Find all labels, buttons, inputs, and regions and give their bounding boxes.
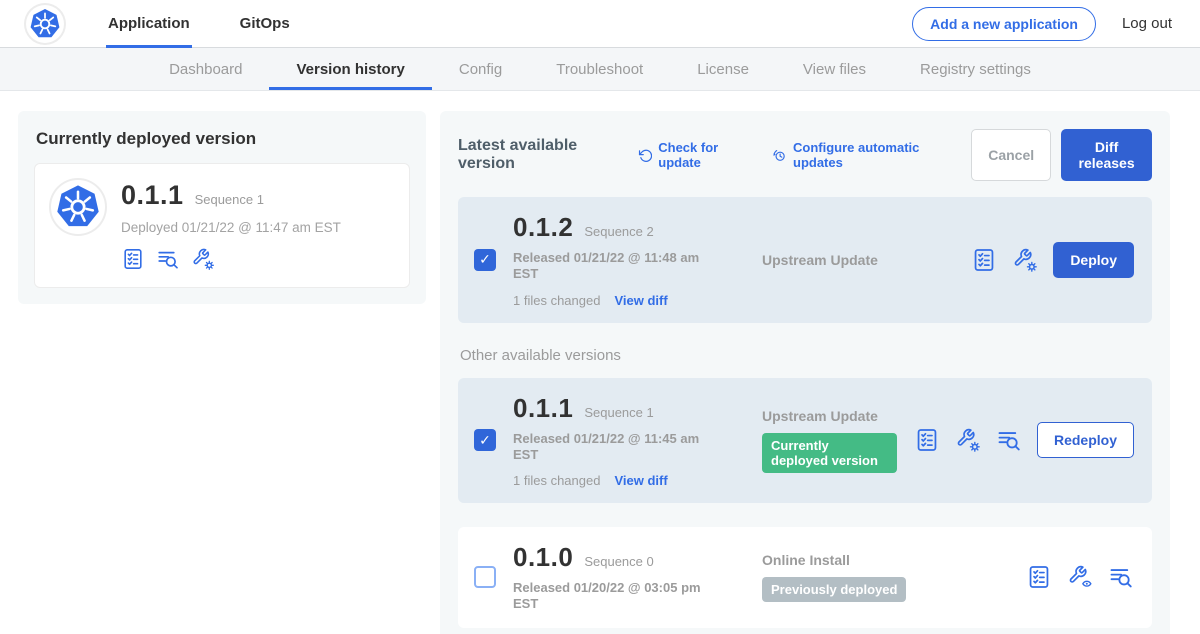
app-subnav: Dashboard Version history Config Trouble… [0, 48, 1200, 91]
logout-link[interactable]: Log out [1122, 15, 1172, 32]
redeploy-button[interactable]: Redeploy [1037, 422, 1134, 458]
version-number: 0.1.1 [513, 393, 573, 424]
released-timestamp: Released 01/21/22 @ 11:48 am EST [513, 250, 718, 283]
add-application-button[interactable]: Add a new application [912, 7, 1096, 41]
subnav-view-files[interactable]: View files [776, 48, 893, 90]
version-checkbox[interactable]: ✓ [474, 429, 496, 451]
version-row-0-1-0: 0.1.0 Sequence 0 Released 01/20/22 @ 03:… [458, 527, 1152, 628]
sequence-label: Sequence 0 [584, 554, 653, 569]
version-checkbox[interactable] [474, 566, 496, 588]
kubernetes-logo [26, 5, 64, 43]
version-source-label: Upstream Update [762, 252, 954, 268]
view-logs-icon[interactable] [1108, 564, 1134, 590]
deployed-version-number: 0.1.1 [121, 180, 184, 211]
deployed-sequence-label: Sequence 1 [195, 192, 264, 207]
check-for-update-link[interactable]: Check for update [638, 140, 751, 170]
view-logs-icon[interactable] [996, 427, 1022, 453]
released-timestamp: Released 01/20/22 @ 03:05 pm EST [513, 580, 718, 613]
view-diff-link[interactable]: View diff [614, 473, 667, 488]
subnav-troubleshoot[interactable]: Troubleshoot [529, 48, 670, 90]
preflight-checks-icon[interactable] [1026, 564, 1052, 590]
previously-deployed-badge: Previously deployed [762, 577, 906, 602]
latest-available-title: Latest available version [458, 137, 616, 173]
configure-updates-label: Configure automatic updates [793, 140, 949, 170]
version-source-label: Online Install [762, 552, 1009, 568]
edit-config-icon[interactable] [191, 247, 215, 271]
check-for-update-label: Check for update [658, 140, 750, 170]
currently-deployed-badge: Currently deployed version [762, 433, 897, 473]
preflight-checks-icon[interactable] [914, 427, 940, 453]
edit-config-icon[interactable] [955, 427, 981, 453]
edit-config-icon[interactable] [1012, 247, 1038, 273]
view-config-icon[interactable] [1067, 564, 1093, 590]
refresh-icon [638, 147, 653, 164]
configure-automatic-updates-link[interactable]: Configure automatic updates [772, 140, 949, 170]
view-diff-link[interactable]: View diff [614, 293, 667, 308]
version-source-label: Upstream Update [762, 408, 897, 424]
version-checkbox[interactable]: ✓ [474, 249, 496, 271]
subnav-license[interactable]: License [670, 48, 776, 90]
sequence-label: Sequence 2 [584, 224, 653, 239]
version-history-panel: Latest available version Check for updat… [440, 111, 1170, 634]
app-header: Application GitOps Add a new application… [0, 0, 1200, 48]
deploy-button[interactable]: Deploy [1053, 242, 1134, 278]
schedule-update-icon [772, 147, 787, 164]
cancel-button[interactable]: Cancel [971, 129, 1051, 181]
version-number: 0.1.0 [513, 542, 573, 573]
diff-releases-button[interactable]: Diff releases [1061, 129, 1152, 181]
released-timestamp: Released 01/21/22 @ 11:45 am EST [513, 431, 718, 464]
version-row-0-1-2: ✓ 0.1.2 Sequence 2 Released 01/21/22 @ 1… [458, 197, 1152, 323]
view-logs-icon[interactable] [156, 247, 180, 271]
preflight-checks-icon[interactable] [971, 247, 997, 273]
app-icon-kubernetes [51, 180, 105, 234]
currently-deployed-card: 0.1.1 Sequence 1 Deployed 01/21/22 @ 11:… [34, 163, 410, 288]
subnav-dashboard[interactable]: Dashboard [142, 48, 269, 90]
files-changed-label: 1 files changed [513, 293, 600, 308]
other-versions-title: Other available versions [460, 347, 1152, 364]
version-number: 0.1.2 [513, 212, 573, 243]
tab-gitops[interactable]: GitOps [238, 0, 292, 48]
subnav-version-history[interactable]: Version history [269, 48, 431, 90]
subnav-config[interactable]: Config [432, 48, 529, 90]
currently-deployed-title: Currently deployed version [36, 129, 410, 149]
deployed-timestamp: Deployed 01/21/22 @ 11:47 am EST [121, 220, 341, 235]
currently-deployed-panel: Currently deployed version 0.1.1 Sequenc… [18, 111, 426, 304]
version-row-0-1-1: ✓ 0.1.1 Sequence 1 Released 01/21/22 @ 1… [458, 378, 1152, 504]
subnav-registry-settings[interactable]: Registry settings [893, 48, 1058, 90]
files-changed-label: 1 files changed [513, 473, 600, 488]
sequence-label: Sequence 1 [584, 405, 653, 420]
tab-application[interactable]: Application [106, 0, 192, 48]
preflight-checks-icon[interactable] [121, 247, 145, 271]
